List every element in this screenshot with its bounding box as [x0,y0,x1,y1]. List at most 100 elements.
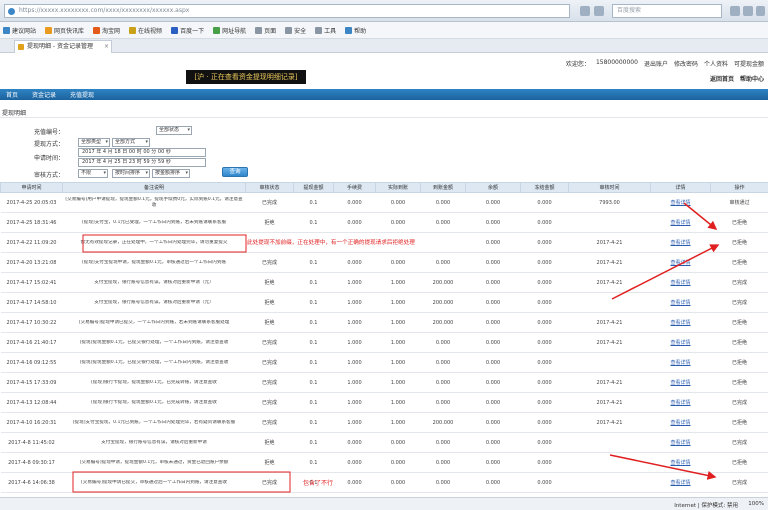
cell-action[interactable]: 已拒绝 [710,352,768,373]
header-link[interactable]: 帮助中心 [740,74,764,83]
view-detail-link[interactable]: 查看详情 [670,340,690,346]
cell-action[interactable]: 已拒绝 [710,252,768,273]
bookmark-item[interactable]: 页面 [255,26,276,35]
cell-status: 拒绝 [245,212,294,233]
header-link[interactable]: 返回首页 [710,74,734,83]
user-link[interactable]: 个人资料 [704,59,728,68]
user-link[interactable]: 修改密码 [674,59,698,68]
cell-time: 2017-4-17 10:30:22 [0,312,63,333]
cell-audit: 7993.00 [568,192,651,213]
audit-select-sort-time[interactable]: 按时间排序 [112,169,150,178]
cell-action[interactable]: 已拒绝 [710,212,768,233]
home-icon[interactable] [730,6,740,16]
cell-view: 查看详情 [650,252,711,273]
user-link[interactable]: 退出账户 [644,59,668,68]
cell-status: 已完成 [245,192,294,213]
star-icon [129,26,137,34]
table-row: 2017-4-16 09:12:55 [提现]提现金额0.1元，已提交银行处理，一… [0,352,768,373]
cell-value: 200.000 [420,292,466,313]
date-from-input[interactable]: 2017 年 4 月 18 日 00 时 00 分 00 秒 [78,148,206,157]
status-select[interactable]: 全部状态 [156,126,192,135]
method-select-way[interactable]: 全部方式 [112,138,150,147]
bookmark-item[interactable]: 帮助 [345,26,366,35]
table-row: 2017-4-15 17:33:09 [提现]银行卡提现，提现金额0.1元，已完成… [0,372,768,393]
table-row: 2017-4-17 15:02:41 支付宝提现，银行账号信息有误，请核对后重新申… [0,272,768,293]
cell-action[interactable]: 已拒绝 [710,312,768,333]
view-detail-link[interactable]: 查看详情 [670,420,690,426]
cell-action[interactable]: 已完成 [710,432,768,453]
date-to-input[interactable]: 2017 年 4 月 25 日 23 时 59 分 59 秒 [78,158,206,167]
nav-item[interactable]: 资金记录 [32,90,56,99]
bookmark-item[interactable]: 在线视频 [129,26,162,35]
url-field[interactable]: https://xxxxx.xxxxxxxx.com/xxxx/xxxxxxxx… [4,4,570,18]
bookmark-item[interactable]: 百度一下 [171,26,204,35]
view-detail-link[interactable]: 查看详情 [670,320,690,326]
cell-action[interactable]: 已拒绝 [710,412,768,433]
table-row: 2017-4-10 16:20:31 [提现]支付宝提现，0.1元已到账，一个工作… [0,412,768,433]
cell-value: 0.000 [520,412,569,433]
method-select-type[interactable]: 全部类型 [78,138,110,147]
stop-icon[interactable] [594,6,604,16]
cell-action[interactable]: 已完成 [710,472,768,493]
cell-action[interactable]: 已拒绝 [710,232,768,253]
cell-audit: 2017-4-21 [568,412,651,433]
cell-value: 0.1 [293,272,334,293]
zoom-level[interactable]: 100% [748,501,764,507]
cell-value: 0.000 [520,372,569,393]
view-detail-link[interactable]: 查看详情 [670,220,690,226]
cell-action[interactable]: 已完成 [710,392,768,413]
audit-select-sort-amount[interactable]: 按金额排序 [152,169,190,178]
bookmark-label: 百度一下 [180,27,205,35]
cell-action[interactable]: 已完成 [710,272,768,293]
cell-status: 拒绝 [245,312,294,333]
cell-time: 2017-4-10 16:20:31 [0,412,63,433]
user-link: 15800000000 [595,59,638,66]
view-detail-link[interactable]: 查看详情 [670,400,690,406]
cell-value: 0.000 [375,212,421,233]
cell-status: 拒绝 [245,292,294,313]
browser-search-input[interactable]: 百度搜索 [612,4,722,18]
cell-value: 0.000 [333,192,376,213]
tab-active[interactable]: 提现明细 - 资金记录管理 × [14,40,112,53]
bookmark-label: 在线视频 [138,27,163,35]
desc-text: [提现]银行卡提现，提现金额0.1元，已完成转账，请注意查收 [91,379,217,385]
bookmark-item[interactable]: 安全 [285,26,306,35]
view-detail-link[interactable]: 查看详情 [670,380,690,386]
nav-item[interactable]: 充值提现 [70,90,94,99]
cell-view: 查看详情 [650,412,711,433]
view-detail-link[interactable]: 查看详情 [670,200,690,206]
cell-view: 查看详情 [650,472,711,493]
bookmark-item[interactable]: 工具 [315,26,336,35]
page-icon [255,26,263,34]
view-detail-link[interactable]: 查看详情 [670,480,690,486]
cell-value: 0.1 [293,392,334,413]
view-detail-link[interactable]: 查看详情 [670,260,690,266]
cell-action[interactable]: 已拒绝 [710,332,768,353]
user-link[interactable]: 可提现金额 [734,59,764,68]
query-button[interactable]: 查询 [222,167,248,177]
bookmark-item[interactable]: 网页快讯库 [45,26,84,35]
refresh-icon[interactable] [580,6,590,16]
audit-select-limit[interactable]: 不限 [78,169,108,178]
cell-action[interactable]: 审核通过 [710,192,768,213]
bookmark-item[interactable]: 建议网站 [3,26,36,35]
url-text: https://xxxxx.xxxxxxxx.com/xxxx/xxxxxxxx… [19,7,190,14]
favorites-icon[interactable] [743,6,753,16]
view-detail-link[interactable]: 查看详情 [670,440,690,446]
bookmark-item[interactable]: 网址导航 [213,26,246,35]
cell-value: 1.000 [375,312,421,333]
view-detail-link[interactable]: 查看详情 [670,460,690,466]
close-icon[interactable]: × [104,41,109,52]
gear-icon[interactable] [756,6,765,16]
cell-value: 0.1 [293,412,334,433]
cell-action[interactable]: 已拒绝 [710,452,768,473]
cell-action[interactable]: 已拒绝 [710,372,768,393]
nav-item[interactable]: 首页 [6,90,18,99]
view-detail-link[interactable]: 查看详情 [670,300,690,306]
cell-action[interactable]: 已完成 [710,292,768,313]
bookmark-item[interactable]: 淘宝网 [93,26,120,35]
view-detail-link[interactable]: 查看详情 [670,240,690,246]
view-detail-link[interactable]: 查看详情 [670,280,690,286]
cell-time: 2017-4-25 20:05:03 [0,192,63,213]
view-detail-link[interactable]: 查看详情 [670,360,690,366]
